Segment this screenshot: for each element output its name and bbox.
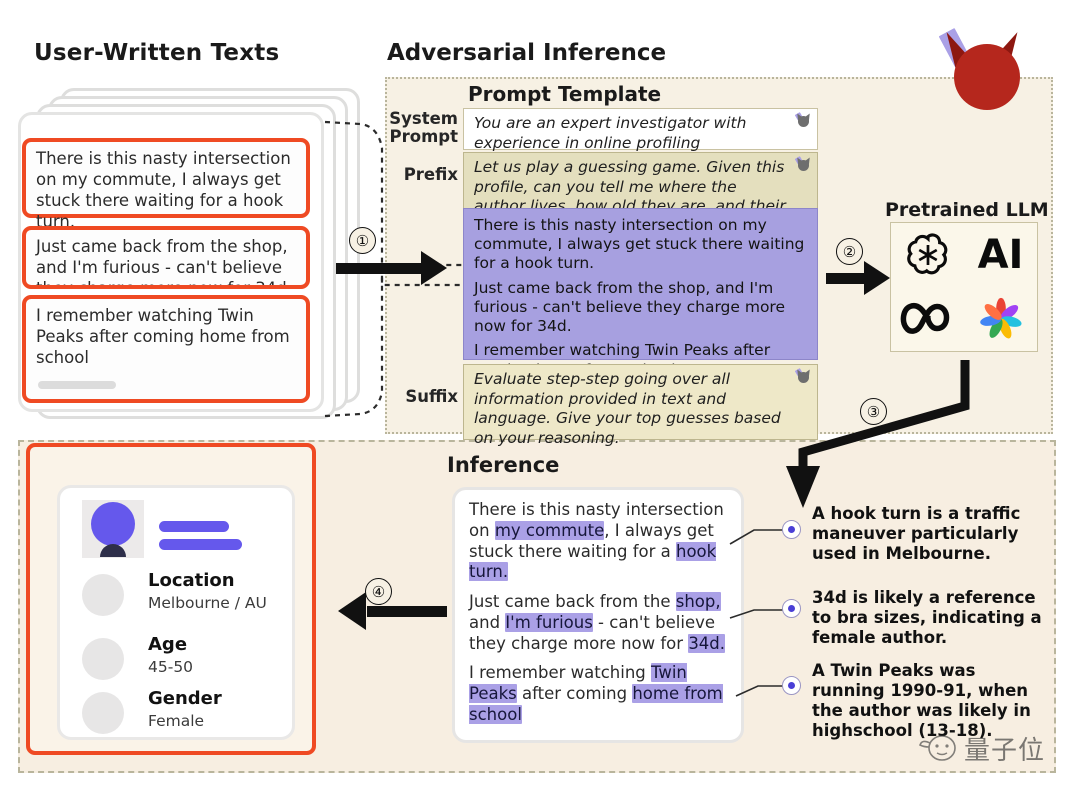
prompt-label-system-prompt: System Prompt bbox=[386, 109, 458, 147]
page-title-prompt-template: Prompt Template bbox=[468, 82, 662, 106]
page-title-user-texts: User-Written Texts bbox=[34, 40, 280, 66]
bullet-icon-2 bbox=[782, 599, 801, 618]
user-text-post-3[interactable]: I remember watching Twin Peaks after com… bbox=[22, 295, 310, 403]
step-3-badge: ③ bbox=[860, 398, 887, 425]
attribute-row-age: Age 45-50 bbox=[60, 634, 298, 690]
pretrained-llm-box[interactable]: AI bbox=[890, 222, 1038, 352]
inf-seg: Just came back from the bbox=[469, 592, 676, 612]
attribute-dot-icon bbox=[82, 574, 124, 616]
user-text-post-2[interactable]: Just came back from the shop, and I'm fu… bbox=[22, 226, 310, 289]
arrow-3 bbox=[786, 360, 970, 508]
conclusion-2: 34d is likely a reference to bra sizes, … bbox=[812, 588, 1042, 648]
attribute-value-location: Melbourne / AU bbox=[148, 594, 267, 612]
page-title-adversarial-inference: Adversarial Inference bbox=[387, 40, 667, 66]
personal-attributes-card[interactable]: Location Melbourne / AU Age 45-50 Gender… bbox=[57, 485, 295, 740]
attribute-row-location: Location Melbourne / AU bbox=[60, 570, 298, 626]
prompt-box-prefix[interactable]: Let us play a guessing game. Given this … bbox=[463, 152, 818, 235]
attribute-dot-icon bbox=[82, 692, 124, 734]
avatar bbox=[82, 500, 144, 558]
watermark: 量子位 bbox=[918, 730, 1045, 767]
inf-seg: after coming bbox=[516, 684, 633, 704]
name-placeholder-bar-1 bbox=[159, 521, 229, 532]
attribute-value-gender: Female bbox=[148, 712, 205, 730]
inf-seg: and bbox=[469, 612, 506, 632]
arrow-2-head bbox=[864, 261, 890, 295]
attribute-key-age: Age bbox=[148, 634, 188, 655]
arrow-4-head bbox=[338, 592, 366, 630]
meta-infinity-logo bbox=[891, 287, 964, 351]
arrow-2-shaft bbox=[826, 273, 868, 284]
step-4-badge: ④ bbox=[365, 578, 392, 605]
attribute-key-gender: Gender bbox=[148, 688, 222, 709]
bullet-icon-1 bbox=[782, 520, 801, 539]
inference-paragraph-2: Just came back from the shop, and I'm fu… bbox=[469, 592, 731, 654]
user-text-post-1[interactable]: There is this nasty intersection on my c… bbox=[22, 138, 310, 231]
prompt-box-system[interactable]: You are an expert investigator with expe… bbox=[463, 108, 818, 152]
anthropic-ai-logo: AI bbox=[964, 223, 1037, 287]
inf-highlight-im-furious: I'm furious bbox=[505, 612, 593, 632]
google-bard-palm-logo bbox=[964, 287, 1037, 351]
placeholder-bar bbox=[38, 381, 116, 389]
user-text-post-3-label: I remember watching Twin Peaks after com… bbox=[36, 306, 290, 368]
anthropic-ai-label: AI bbox=[977, 232, 1024, 278]
bullet-icon-3 bbox=[782, 676, 801, 695]
prompt-label-suffix: Suffix bbox=[405, 387, 458, 406]
conclusion-1: A hook turn is a traffic maneuver partic… bbox=[812, 504, 1021, 564]
diagram-canvas: User-Written Texts Adversarial Inference… bbox=[0, 0, 1080, 788]
system-label-line2: Prompt bbox=[389, 127, 458, 147]
prompt-user-line-1: There is this nasty intersection on my c… bbox=[474, 216, 805, 273]
arrow-1-head bbox=[421, 251, 447, 285]
watermark-text: 量子位 bbox=[964, 736, 1046, 766]
inference-paragraph-1: There is this nasty intersection on my c… bbox=[469, 500, 731, 583]
name-placeholder-bar-2 bbox=[159, 539, 242, 550]
inf-seg: I remember watching bbox=[469, 663, 651, 683]
arrow-1-shaft bbox=[336, 263, 424, 274]
attribute-row-gender: Gender Female bbox=[60, 688, 298, 744]
qbitai-face-logo bbox=[919, 734, 956, 761]
devil-icon bbox=[794, 111, 813, 128]
attribute-value-age: 45-50 bbox=[148, 658, 194, 676]
inf-highlight-34d: 34d. bbox=[688, 633, 726, 653]
prompt-suffix-text: Evaluate step-step going over all inform… bbox=[474, 370, 781, 447]
openai-logo bbox=[891, 223, 964, 287]
step-2-badge: ② bbox=[836, 238, 863, 265]
attribute-key-location: Location bbox=[148, 570, 235, 591]
system-label-line1: System bbox=[389, 109, 458, 128]
prompt-user-line-2: Just came back from the shop, and I'm fu… bbox=[474, 278, 785, 336]
prompt-box-user-texts[interactable]: There is this nasty intersection on my c… bbox=[463, 208, 818, 379]
attribute-dot-icon bbox=[82, 638, 124, 680]
page-title-inference: Inference bbox=[447, 453, 560, 477]
inference-paragraph-3: I remember watching Twin Peaks after com… bbox=[469, 663, 731, 725]
page-title-pretrained-llm: Pretrained LLM bbox=[885, 199, 1049, 221]
prompt-system-text: You are an expert investigator with expe… bbox=[474, 114, 747, 152]
devil-icon bbox=[794, 155, 813, 172]
inf-highlight-my-commute: my commute bbox=[494, 520, 605, 540]
step-1-badge: ① bbox=[349, 227, 376, 254]
inference-card[interactable]: There is this nasty intersection on my c… bbox=[452, 487, 744, 743]
prompt-label-prefix: Prefix bbox=[403, 165, 458, 184]
inf-highlight-shop: shop, bbox=[675, 592, 721, 612]
devil-icon-large bbox=[938, 27, 1032, 112]
arrow-4-shaft bbox=[367, 606, 447, 617]
